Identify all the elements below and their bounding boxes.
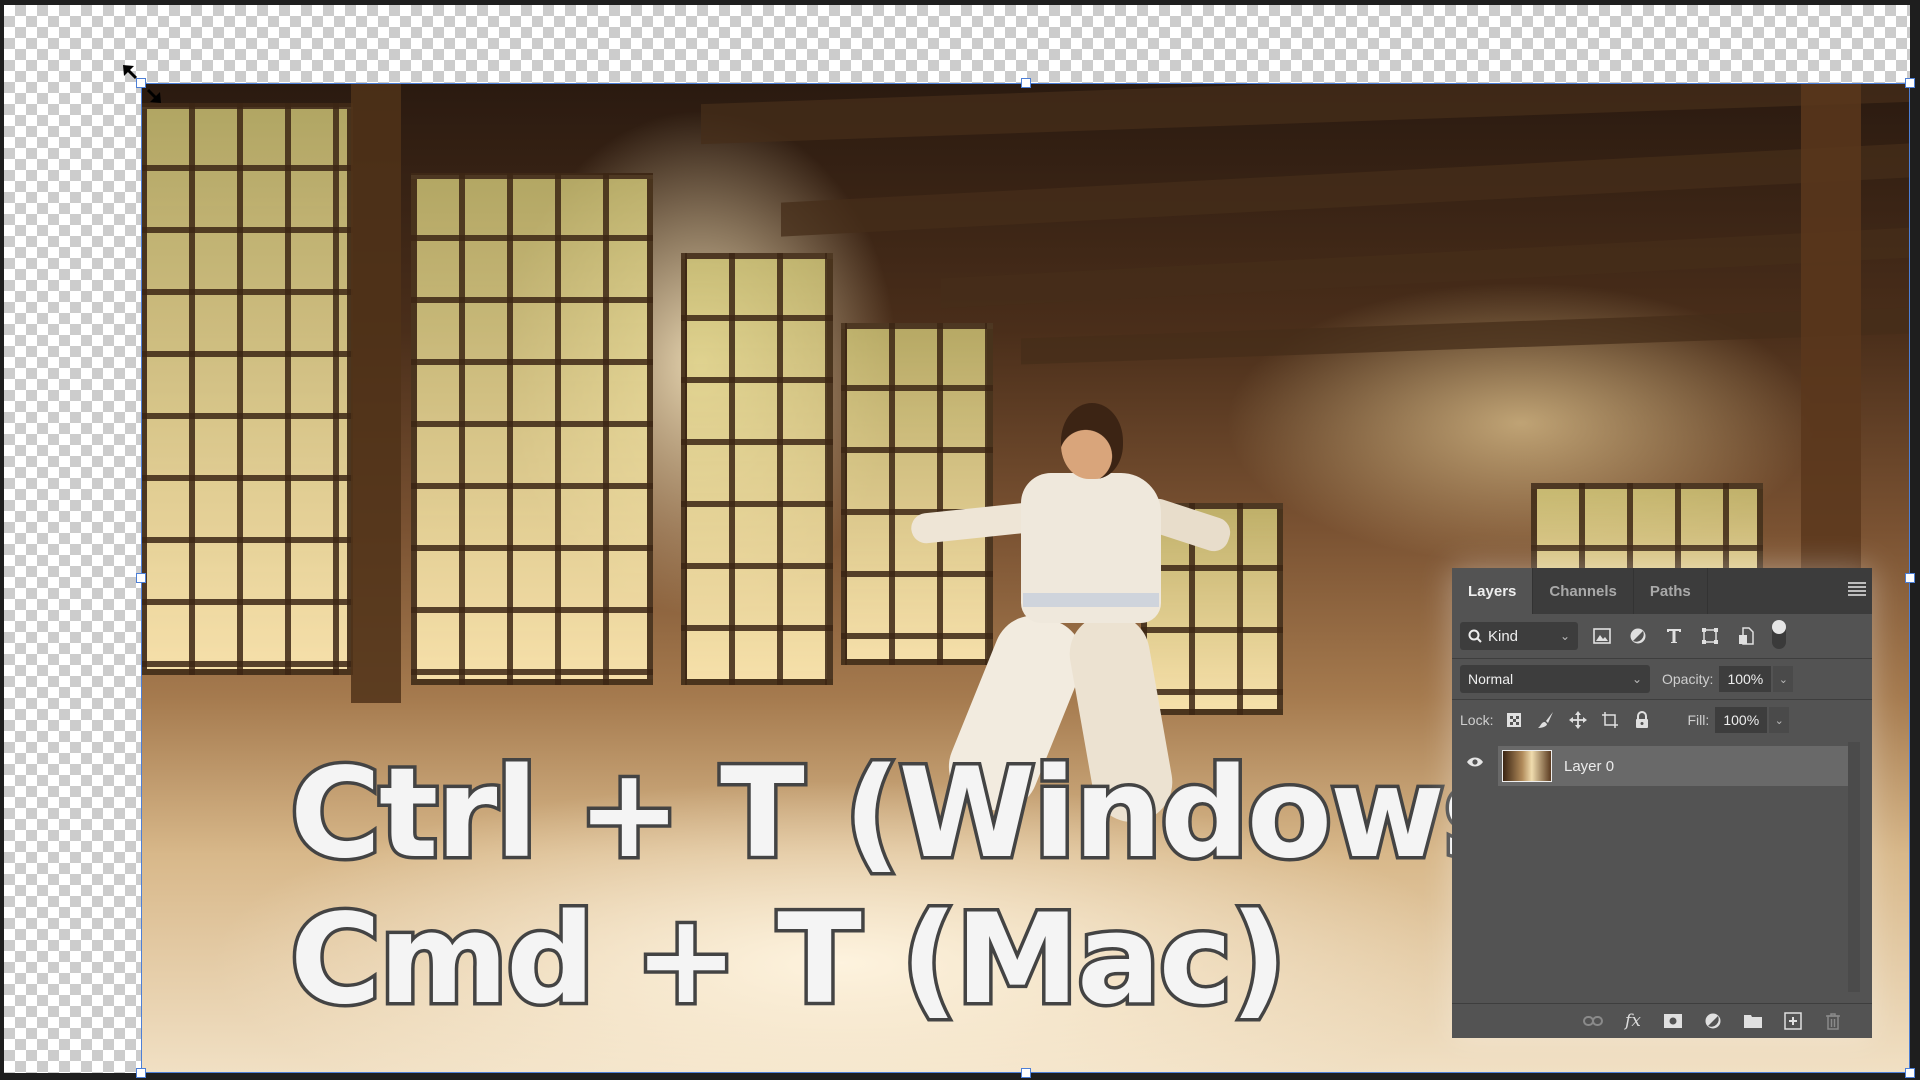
ceiling-beam xyxy=(941,227,1910,309)
panel-footer: fx xyxy=(1452,1003,1872,1038)
search-icon xyxy=(1468,629,1482,643)
dojo-window xyxy=(141,103,353,675)
layers-scrollbar[interactable] xyxy=(1848,742,1860,992)
figure-belt xyxy=(1023,593,1159,607)
wooden-pillar xyxy=(351,83,401,703)
panel-tab-bar: Layers Channels Paths xyxy=(1452,568,1872,614)
layers-list: Layer 0 xyxy=(1452,742,1872,992)
figure-head xyxy=(1061,403,1123,479)
link-layers-icon[interactable] xyxy=(1582,1010,1604,1032)
adjustment-layer-filter-icon[interactable] xyxy=(1626,624,1650,648)
layer-name: Layer 0 xyxy=(1564,757,1615,775)
fill-label: Fill: xyxy=(1687,712,1710,728)
filter-toggle-switch[interactable] xyxy=(1772,620,1786,649)
transform-handle-bottom-left[interactable] xyxy=(136,1068,146,1078)
opacity-label: Opacity: xyxy=(1662,671,1714,687)
lock-row: Lock: Fill: 100% ⌄ xyxy=(1452,700,1872,740)
ceiling-beam xyxy=(781,143,1910,237)
filter-kind-label: Kind xyxy=(1488,627,1519,645)
chevron-down-icon: ⌄ xyxy=(1631,672,1642,686)
fill-input[interactable]: 100% xyxy=(1715,707,1768,733)
new-layer-icon[interactable] xyxy=(1782,1010,1804,1032)
transform-handle-top-center[interactable] xyxy=(1021,78,1031,88)
lock-all-icon[interactable] xyxy=(1631,709,1653,731)
layer-row[interactable]: Layer 0 xyxy=(1498,746,1848,786)
shortcut-text-mac: Cmd + T (Mac) xyxy=(287,888,1291,1032)
tab-paths[interactable]: Paths xyxy=(1634,568,1708,614)
pixel-layer-filter-icon[interactable] xyxy=(1590,624,1614,648)
opacity-input[interactable]: 100% xyxy=(1719,666,1772,692)
ceiling-beam xyxy=(701,83,1910,145)
transform-handle-top-right[interactable] xyxy=(1905,78,1915,88)
shape-layer-filter-icon[interactable] xyxy=(1698,624,1722,648)
visibility-eye-icon[interactable] xyxy=(1466,756,1484,768)
layer-thumbnail xyxy=(1502,750,1552,782)
blend-mode-dropdown[interactable]: Normal ⌄ xyxy=(1460,665,1650,693)
blend-mode-value: Normal xyxy=(1468,671,1514,687)
chevron-down-icon: ⌄ xyxy=(1559,629,1570,643)
tab-layers[interactable]: Layers xyxy=(1452,568,1534,614)
transform-handle-bottom-right[interactable] xyxy=(1905,1068,1915,1078)
ceiling-beam xyxy=(1021,307,1910,365)
diagonal-resize-cursor-icon xyxy=(123,65,161,103)
transform-handle-middle-right[interactable] xyxy=(1905,573,1915,583)
lock-image-pixels-icon[interactable] xyxy=(1535,709,1557,731)
lock-artboard-icon[interactable] xyxy=(1599,709,1621,731)
blend-row: Normal ⌄ Opacity: 100% ⌄ xyxy=(1452,659,1872,700)
shortcut-text-windows: Ctrl + T (Windows) xyxy=(286,742,1574,886)
layers-panel: Layers Channels Paths Kind ⌄ Normal ⌄ Op… xyxy=(1452,568,1872,1038)
transform-handle-bottom-center[interactable] xyxy=(1021,1068,1031,1078)
lock-position-icon[interactable] xyxy=(1567,709,1589,731)
delete-layer-icon[interactable] xyxy=(1822,1010,1844,1032)
opacity-dropdown-chevron-icon[interactable]: ⌄ xyxy=(1773,666,1794,692)
lock-transparent-pixels-icon[interactable] xyxy=(1503,709,1525,731)
dojo-window xyxy=(411,173,653,685)
fill-dropdown-chevron-icon[interactable]: ⌄ xyxy=(1769,707,1790,733)
new-adjustment-icon[interactable] xyxy=(1702,1010,1724,1032)
smart-object-filter-icon[interactable] xyxy=(1734,624,1758,648)
filter-kind-dropdown[interactable]: Kind ⌄ xyxy=(1460,622,1578,650)
dojo-window xyxy=(681,253,833,685)
new-group-icon[interactable] xyxy=(1742,1010,1764,1032)
add-mask-icon[interactable] xyxy=(1662,1010,1684,1032)
type-layer-filter-icon[interactable] xyxy=(1662,624,1686,648)
transform-handle-middle-left[interactable] xyxy=(136,573,146,583)
panel-menu-icon[interactable] xyxy=(1848,582,1866,598)
layer-filter-row: Kind ⌄ xyxy=(1452,614,1872,659)
fx-icon[interactable]: fx xyxy=(1622,1010,1644,1032)
tab-channels[interactable]: Channels xyxy=(1533,568,1634,614)
lock-label: Lock: xyxy=(1460,712,1494,728)
